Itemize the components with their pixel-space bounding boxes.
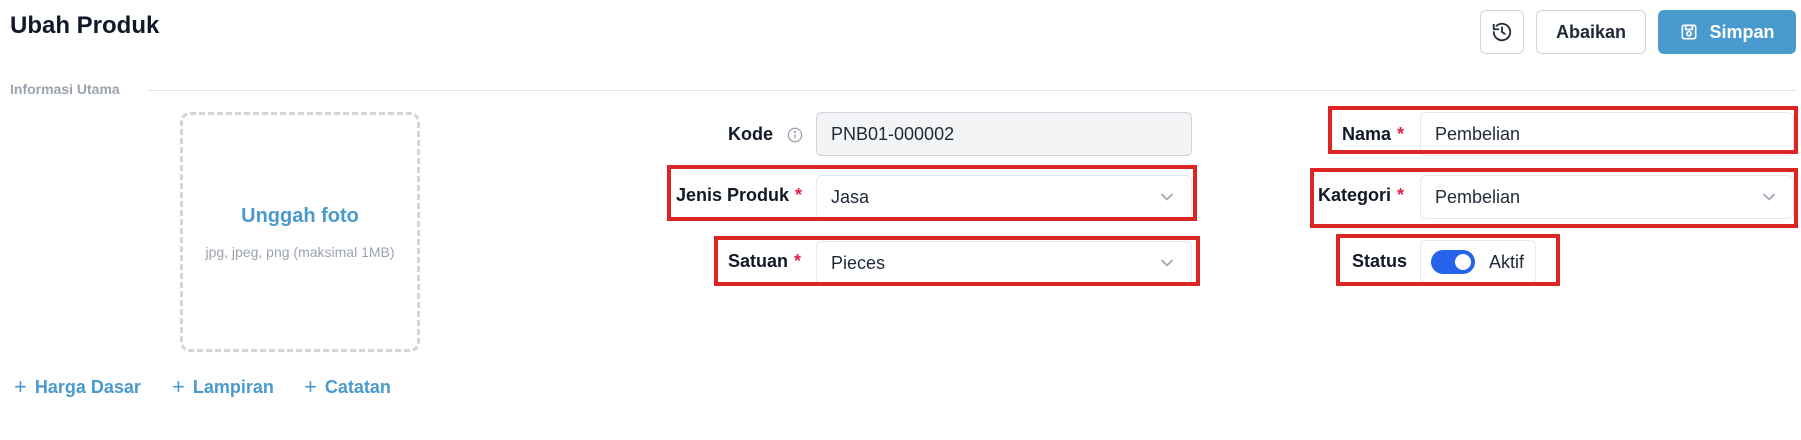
required-marker: * bbox=[794, 251, 802, 271]
chevron-down-icon bbox=[1157, 187, 1177, 207]
jenis-produk-select[interactable]: Jasa bbox=[816, 175, 1192, 219]
status-toggle[interactable] bbox=[1431, 250, 1475, 274]
satuan-select[interactable]: Pieces bbox=[816, 241, 1192, 285]
jenis-produk-value: Jasa bbox=[831, 186, 870, 207]
save-icon bbox=[1679, 22, 1699, 42]
kode-field[interactable]: PNB01-000002 bbox=[816, 112, 1192, 156]
chevron-down-icon bbox=[1157, 253, 1177, 273]
status-value: Aktif bbox=[1489, 251, 1525, 272]
required-marker: * bbox=[795, 185, 803, 205]
save-button[interactable]: Simpan bbox=[1658, 10, 1796, 54]
nama-label: Nama * bbox=[1342, 124, 1404, 145]
info-icon bbox=[787, 127, 803, 143]
section-label: Informasi Utama bbox=[10, 81, 120, 97]
catatan-label: Catatan bbox=[324, 376, 391, 397]
add-harga-dasar-link[interactable]: + Harga Dasar bbox=[14, 376, 141, 398]
kategori-select[interactable]: Pembelian bbox=[1420, 175, 1794, 219]
plus-icon: + bbox=[304, 374, 317, 399]
jenis-produk-label: Jenis Produk * bbox=[676, 185, 802, 206]
add-lampiran-link[interactable]: + Lampiran bbox=[172, 376, 274, 398]
kategori-label-text: Kategori bbox=[1318, 185, 1392, 205]
required-marker: * bbox=[1397, 185, 1405, 205]
plus-icon: + bbox=[14, 374, 27, 399]
satuan-value: Pieces bbox=[831, 252, 886, 273]
nama-value: Pembelian bbox=[1435, 123, 1521, 144]
add-catatan-link[interactable]: + Catatan bbox=[304, 376, 391, 398]
history-icon bbox=[1491, 21, 1513, 43]
kode-value: PNB01-000002 bbox=[831, 123, 955, 144]
harga-dasar-label: Harga Dasar bbox=[34, 376, 141, 397]
status-label: Status bbox=[1352, 251, 1408, 271]
lampiran-label: Lampiran bbox=[192, 376, 274, 397]
jenis-produk-label-text: Jenis Produk bbox=[676, 185, 790, 205]
kode-label-text: Kode bbox=[728, 124, 773, 144]
upload-title: Unggah foto bbox=[241, 204, 359, 227]
section-divider bbox=[148, 90, 1796, 91]
toggle-knob bbox=[1455, 254, 1471, 270]
status-toggle-wrapper: Aktif bbox=[1420, 240, 1536, 284]
plus-icon: + bbox=[172, 374, 185, 399]
cancel-button[interactable]: Abaikan bbox=[1536, 10, 1646, 54]
kategori-value: Pembelian bbox=[1435, 186, 1521, 207]
nama-label-text: Nama bbox=[1342, 124, 1392, 144]
satuan-label-text: Satuan bbox=[728, 251, 789, 271]
save-label: Simpan bbox=[1709, 21, 1775, 42]
photo-upload-area[interactable]: Unggah foto jpg, jpeg, png (maksimal 1MB… bbox=[180, 112, 420, 352]
upload-hint: jpg, jpeg, png (maksimal 1MB) bbox=[205, 243, 395, 260]
chevron-down-icon bbox=[1759, 187, 1779, 207]
satuan-label: Satuan * bbox=[728, 251, 801, 272]
kode-label: Kode bbox=[728, 124, 803, 145]
required-marker: * bbox=[1397, 124, 1405, 144]
history-button[interactable] bbox=[1480, 10, 1524, 54]
kategori-label: Kategori * bbox=[1318, 185, 1404, 206]
nama-field[interactable]: Pembelian bbox=[1420, 112, 1794, 156]
page-title: Ubah Produk bbox=[10, 12, 160, 39]
